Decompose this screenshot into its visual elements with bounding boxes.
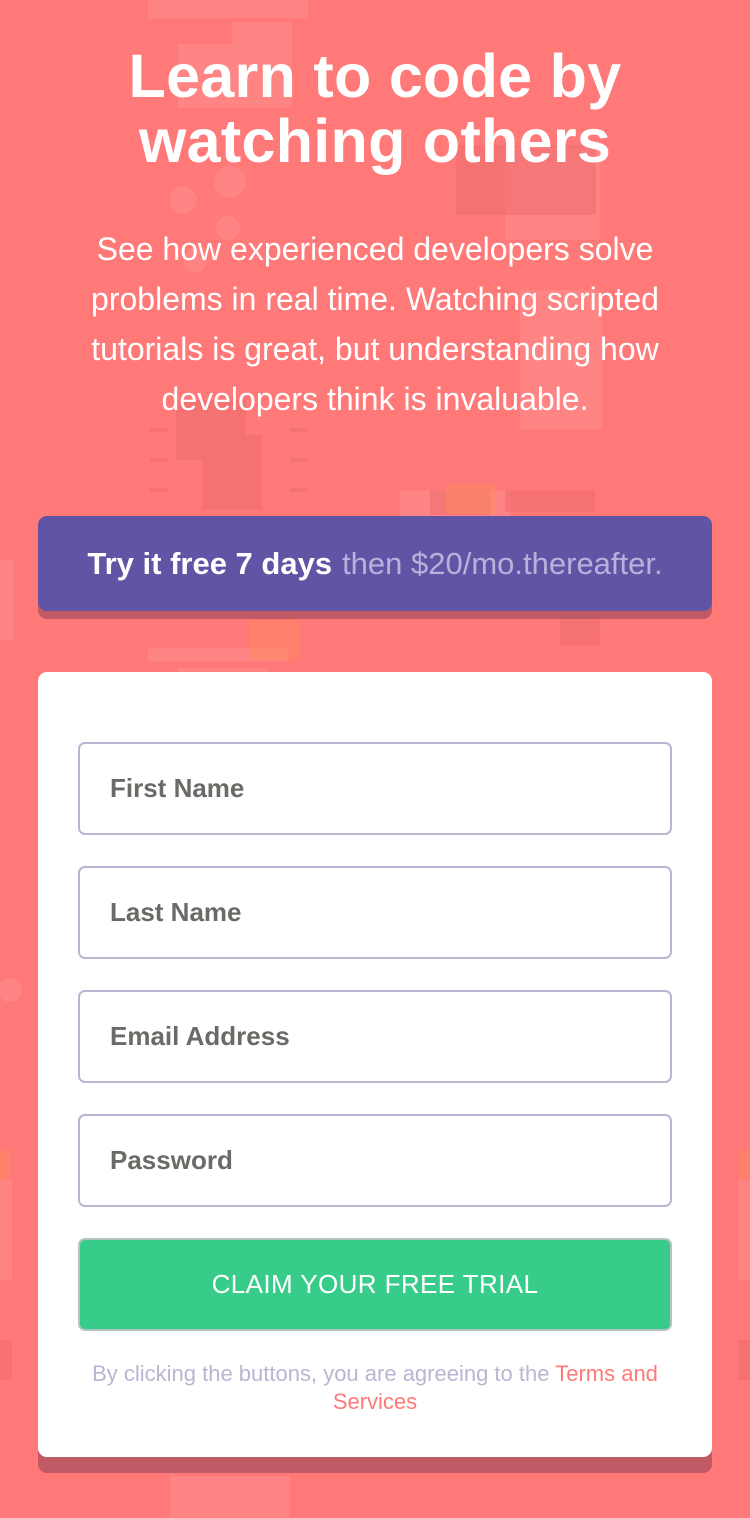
claim-free-trial-button[interactable]: CLAIM YOUR FREE TRIAL: [78, 1238, 672, 1331]
offer-price-text: then $20/mo.thereafter.: [342, 545, 663, 581]
password-field[interactable]: [78, 1114, 672, 1207]
intro-text: See how experienced developers solve pro…: [91, 231, 659, 417]
terms-notice: By clicking the buttons, you are agreein…: [78, 1360, 672, 1416]
first-name-field[interactable]: [78, 742, 672, 835]
offer-highlight: Try it free 7 days: [87, 545, 333, 581]
email-field[interactable]: [78, 990, 672, 1083]
terms-text: By clicking the buttons, you are agreein…: [92, 1361, 550, 1386]
last-name-field[interactable]: [78, 866, 672, 959]
page-content: Learn to code by watching others See how…: [0, 0, 750, 1457]
page-title: Learn to code by watching others: [128, 42, 622, 175]
offer-banner: Try it free 7 days then $20/mo.thereafte…: [38, 516, 712, 611]
signup-form: CLAIM YOUR FREE TRIAL By clicking the bu…: [38, 672, 712, 1457]
